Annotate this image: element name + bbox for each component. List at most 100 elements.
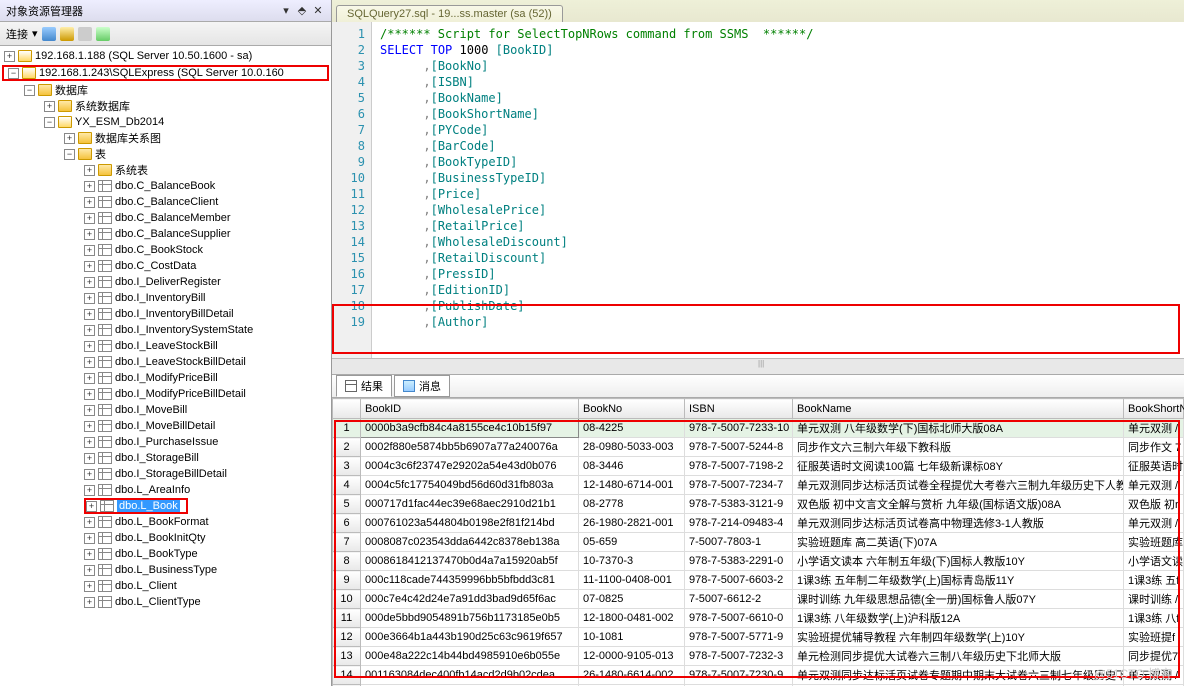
cell[interactable]: 单元双测同步达标活页试卷专题期中期末大试卷六三制七年级历史下人教版: [793, 666, 1124, 685]
table-row[interactable]: 70008087c023543dda6442c8378eb138a05-6597…: [333, 533, 1184, 552]
row-number[interactable]: 3: [333, 457, 361, 476]
cell[interactable]: 0004c5fc17754049bd56d60d31fb803a: [361, 476, 579, 495]
table-node[interactable]: +dbo.I_DeliverRegister: [0, 274, 331, 290]
cell[interactable]: 0004c3c6f23747e29202a54e43d0b076: [361, 457, 579, 476]
cell[interactable]: 26-1480-6614-002: [579, 666, 685, 685]
column-header[interactable]: BookNo: [579, 399, 685, 419]
expander-icon[interactable]: +: [84, 277, 95, 288]
cell[interactable]: 07-0825: [579, 590, 685, 609]
table-node[interactable]: +dbo.I_StorageBillDetail: [0, 466, 331, 482]
table-node[interactable]: +dbo.I_MoveBill: [0, 402, 331, 418]
dropdown-icon[interactable]: ▾: [279, 4, 293, 17]
table-node[interactable]: +dbo.I_InventoryBill: [0, 290, 331, 306]
expander-icon[interactable]: +: [84, 389, 95, 400]
cell[interactable]: 978-7-5007-5771-9: [685, 628, 793, 647]
cell[interactable]: 11-1100-0408-001: [579, 571, 685, 590]
table-node[interactable]: +dbo.C_BalanceMember: [0, 210, 331, 226]
cell[interactable]: 08-2778: [579, 495, 685, 514]
connect-label[interactable]: 连接: [6, 26, 28, 42]
expander-icon[interactable]: +: [4, 51, 15, 62]
cell[interactable]: 单元双测 /: [1124, 514, 1184, 533]
table-node[interactable]: +dbo.L_AreaInfo: [0, 482, 331, 498]
expander-icon[interactable]: +: [84, 581, 95, 592]
tables-node[interactable]: − 表: [0, 146, 331, 162]
messages-tab[interactable]: 消息: [394, 375, 450, 397]
cell[interactable]: 同步作文六三制六年级下教科版: [793, 438, 1124, 457]
table-node[interactable]: +dbo.I_InventorySystemState: [0, 322, 331, 338]
cell[interactable]: 1课3练 八f: [1124, 609, 1184, 628]
table-node[interactable]: +dbo.I_StorageBill: [0, 450, 331, 466]
expander-icon[interactable]: +: [84, 213, 95, 224]
cell[interactable]: 7-5007-7803-1: [685, 533, 793, 552]
cell[interactable]: 28-0980-5033-003: [579, 438, 685, 457]
table-row[interactable]: 10000b3a9cfb84c4a8155ce4c10b15f9708-4225…: [333, 419, 1184, 438]
cell[interactable]: 978-7-5383-2291-0: [685, 552, 793, 571]
cell[interactable]: 单元双测同步达标活页试卷高中物理选修3-1人教版: [793, 514, 1124, 533]
expander-icon[interactable]: +: [84, 437, 95, 448]
column-header[interactable]: BookID: [361, 399, 579, 419]
expander-icon[interactable]: +: [84, 181, 95, 192]
table-node[interactable]: +dbo.I_InventoryBillDetail: [0, 306, 331, 322]
filter-icon[interactable]: [60, 27, 74, 41]
expander-icon[interactable]: +: [84, 341, 95, 352]
expander-icon[interactable]: +: [84, 325, 95, 336]
table-node[interactable]: +dbo.I_LeaveStockBillDetail: [0, 354, 331, 370]
table-row[interactable]: 13000e48a222c14b44bd4985910e6b055e12-000…: [333, 647, 1184, 666]
cell[interactable]: 10-1081: [579, 628, 685, 647]
dropdown-icon[interactable]: ▾: [32, 27, 38, 40]
row-number[interactable]: 9: [333, 571, 361, 590]
table-node[interactable]: +dbo.I_ModifyPriceBillDetail: [0, 386, 331, 402]
diagrams-node[interactable]: + 数据库关系图: [0, 130, 331, 146]
cell[interactable]: 课时训练 九年级思想品德(全一册)国标鲁人版07Y: [793, 590, 1124, 609]
cell[interactable]: 单元双测 八年级数学(下)国标北师大版08A: [793, 419, 1124, 438]
code-area[interactable]: /****** Script for SelectTopNRows comman…: [372, 22, 1184, 358]
cell[interactable]: 978-7-5007-7230-9: [685, 666, 793, 685]
cell[interactable]: 978-7-5383-3121-9: [685, 495, 793, 514]
server-node-highlighted[interactable]: − 192.168.1.243\SQLExpress (SQL Server 1…: [2, 65, 329, 81]
sys-tables-node[interactable]: + 系统表: [0, 162, 331, 178]
table-row[interactable]: 12000e3664b1a443b190d25c63c9619f65710-10…: [333, 628, 1184, 647]
cell[interactable]: 实验班提优辅导教程 六年制四年级数学(上)10Y: [793, 628, 1124, 647]
row-number[interactable]: 14: [333, 666, 361, 685]
row-number[interactable]: 8: [333, 552, 361, 571]
cell[interactable]: 单元双测 /: [1124, 666, 1184, 685]
row-number[interactable]: 1: [333, 419, 361, 438]
expander-icon[interactable]: −: [64, 149, 75, 160]
column-header[interactable]: BookShortN: [1124, 399, 1184, 419]
cell[interactable]: 7-5007-6612-2: [685, 590, 793, 609]
cell[interactable]: 001163084dec400fb14acd2d9b02cdea: [361, 666, 579, 685]
database-node[interactable]: − YX_ESM_Db2014: [0, 114, 331, 130]
expander-icon[interactable]: +: [84, 309, 95, 320]
expander-icon[interactable]: +: [84, 245, 95, 256]
refresh-icon[interactable]: [42, 27, 56, 41]
table-node[interactable]: +dbo.I_PurchaseIssue: [0, 434, 331, 450]
sql-editor[interactable]: 12345678910111213141516171819 /****** Sc…: [332, 22, 1184, 358]
table-row[interactable]: 5000717d1fac44ec39e68aec2910d21b108-2778…: [333, 495, 1184, 514]
row-number[interactable]: 12: [333, 628, 361, 647]
expander-icon[interactable]: −: [8, 68, 19, 79]
row-number[interactable]: 13: [333, 647, 361, 666]
cell[interactable]: 978-7-5007-7232-3: [685, 647, 793, 666]
table-node[interactable]: +dbo.C_BalanceSupplier: [0, 226, 331, 242]
expander-icon[interactable]: +: [64, 133, 75, 144]
table-node[interactable]: +dbo.L_Book: [0, 498, 331, 514]
cell[interactable]: 同步提优7: [1124, 647, 1184, 666]
sys-databases-node[interactable]: + 系统数据库: [0, 98, 331, 114]
cell[interactable]: 小学语文读: [1124, 552, 1184, 571]
table-row[interactable]: 10000c7e4c42d24e7a91dd3bad9d65f6ac07-082…: [333, 590, 1184, 609]
cell[interactable]: 实验班提f: [1124, 628, 1184, 647]
cell[interactable]: 0000b3a9cfb84c4a8155ce4c10b15f97: [361, 419, 579, 438]
expander-icon[interactable]: +: [84, 485, 95, 496]
cell[interactable]: 08-3446: [579, 457, 685, 476]
cell[interactable]: 000e3664b1a443b190d25c63c9619f657: [361, 628, 579, 647]
cell[interactable]: 0008618412137470b0d4a7a15920ab5f: [361, 552, 579, 571]
table-node[interactable]: +dbo.L_Client: [0, 578, 331, 594]
cell[interactable]: 12-1480-6714-001: [579, 476, 685, 495]
table-node[interactable]: +dbo.L_BookFormat: [0, 514, 331, 530]
row-number[interactable]: 5: [333, 495, 361, 514]
table-row[interactable]: 80008618412137470b0d4a7a15920ab5f10-7370…: [333, 552, 1184, 571]
expander-icon[interactable]: −: [44, 117, 55, 128]
cell[interactable]: 978-7-5007-5244-8: [685, 438, 793, 457]
cell[interactable]: 单元双测 /: [1124, 419, 1184, 438]
row-number[interactable]: 10: [333, 590, 361, 609]
